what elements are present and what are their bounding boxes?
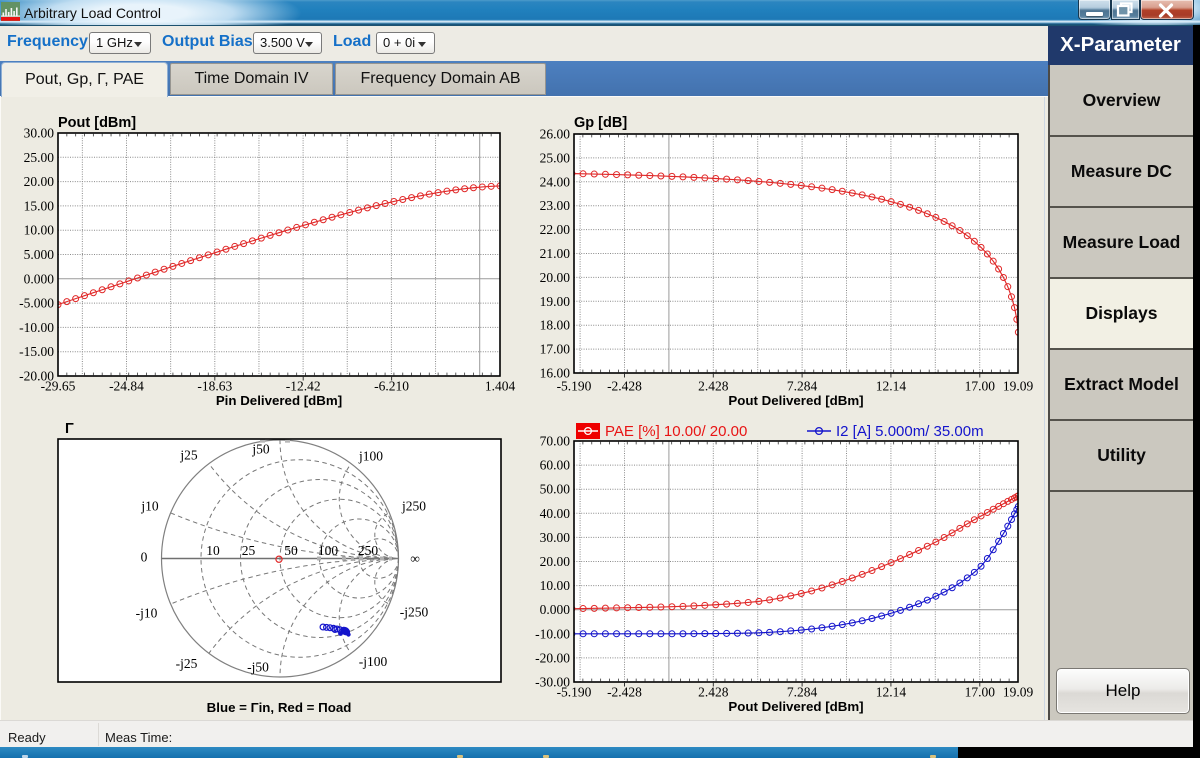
- svg-text:-j25: -j25: [176, 656, 198, 671]
- svg-text:25.00: 25.00: [24, 150, 55, 165]
- svg-text:20.00: 20.00: [540, 270, 571, 285]
- svg-text:2.428: 2.428: [698, 685, 729, 700]
- svg-text:Gp [dB]: Gp [dB]: [574, 115, 627, 131]
- svg-text:Pin Delivered [dBm]: Pin Delivered [dBm]: [216, 393, 342, 408]
- svg-text:2.428: 2.428: [698, 379, 729, 394]
- svg-text:24.00: 24.00: [540, 174, 571, 189]
- svg-text:12.14: 12.14: [876, 379, 907, 394]
- svg-text:Pout Delivered [dBm]: Pout Delivered [dBm]: [728, 699, 863, 714]
- svg-text:5.000: 5.000: [24, 247, 55, 262]
- svg-text:-j50: -j50: [247, 660, 269, 675]
- svg-text:-6.210: -6.210: [374, 379, 409, 394]
- svg-text:100: 100: [318, 543, 339, 558]
- svg-text:50.00: 50.00: [540, 482, 571, 497]
- svg-text:0.000: 0.000: [540, 602, 571, 617]
- svg-text:70.00: 70.00: [540, 434, 571, 449]
- svg-text:40.00: 40.00: [540, 506, 571, 521]
- svg-text:25.00: 25.00: [540, 150, 571, 165]
- svg-text:250: 250: [358, 543, 379, 558]
- svg-text:17.00: 17.00: [540, 342, 571, 357]
- svg-text:-12.42: -12.42: [286, 379, 321, 394]
- svg-text:10: 10: [206, 543, 220, 558]
- svg-text:17.00: 17.00: [965, 685, 996, 700]
- svg-text:-j10: -j10: [136, 606, 158, 621]
- svg-text:-j250: -j250: [400, 605, 429, 620]
- svg-text:Γ: Γ: [65, 421, 74, 437]
- svg-text:20.00: 20.00: [540, 554, 571, 569]
- svg-text:-15.00: -15.00: [19, 344, 54, 359]
- svg-text:19.00: 19.00: [540, 294, 571, 309]
- svg-text:19.09: 19.09: [1003, 685, 1034, 700]
- svg-text:-2.428: -2.428: [607, 379, 642, 394]
- svg-text:7.284: 7.284: [787, 379, 818, 394]
- svg-text:18.00: 18.00: [540, 318, 571, 333]
- svg-text:j100: j100: [358, 449, 383, 464]
- svg-text:-29.65: -29.65: [41, 379, 76, 394]
- svg-text:-5.190: -5.190: [557, 685, 592, 700]
- svg-text:15.00: 15.00: [24, 198, 55, 213]
- svg-text:1.404: 1.404: [485, 379, 516, 394]
- svg-text:12.14: 12.14: [876, 685, 907, 700]
- svg-text:0.000: 0.000: [24, 271, 55, 286]
- svg-text:j50: j50: [251, 442, 270, 457]
- svg-text:22.00: 22.00: [540, 222, 571, 237]
- svg-text:60.00: 60.00: [540, 458, 571, 473]
- svg-text:Blue = Γin, Red = Πoad: Blue = Γin, Red = Πoad: [207, 700, 352, 715]
- svg-text:-18.63: -18.63: [197, 379, 232, 394]
- svg-text:20.00: 20.00: [24, 174, 55, 189]
- svg-text:26.00: 26.00: [540, 127, 571, 142]
- svg-text:∞: ∞: [410, 551, 420, 566]
- svg-text:Pout Delivered [dBm]: Pout Delivered [dBm]: [728, 393, 863, 408]
- svg-text:25: 25: [242, 543, 256, 558]
- svg-text:j25: j25: [179, 448, 198, 463]
- svg-text:j250: j250: [401, 499, 426, 514]
- svg-text:-j100: -j100: [359, 654, 388, 669]
- svg-text:10.00: 10.00: [24, 223, 55, 238]
- svg-text:I2 [A] 5.000m/ 35.00m: I2 [A] 5.000m/ 35.00m: [836, 423, 984, 440]
- svg-text:Pout [dBm]: Pout [dBm]: [58, 115, 136, 131]
- svg-text:-24.84: -24.84: [109, 379, 144, 394]
- svg-text:-10.00: -10.00: [19, 320, 54, 335]
- svg-text:17.00: 17.00: [965, 379, 996, 394]
- svg-text:j10: j10: [140, 499, 159, 514]
- svg-text:10.00: 10.00: [540, 578, 571, 593]
- svg-text:30.00: 30.00: [24, 126, 55, 141]
- svg-text:-5.000: -5.000: [19, 296, 54, 311]
- svg-text:50: 50: [284, 543, 298, 558]
- svg-text:0: 0: [141, 550, 148, 565]
- svg-text:-2.428: -2.428: [607, 685, 642, 700]
- svg-text:30.00: 30.00: [540, 530, 571, 545]
- svg-text:23.00: 23.00: [540, 198, 571, 213]
- svg-text:-5.190: -5.190: [557, 379, 592, 394]
- svg-text:-10.00: -10.00: [535, 626, 570, 641]
- svg-text:21.00: 21.00: [540, 246, 571, 261]
- svg-text:-20.00: -20.00: [535, 650, 570, 665]
- svg-text:19.09: 19.09: [1003, 379, 1034, 394]
- svg-text:7.284: 7.284: [787, 685, 818, 700]
- svg-text:PAE [%] 10.00/ 20.00: PAE [%] 10.00/ 20.00: [605, 423, 747, 440]
